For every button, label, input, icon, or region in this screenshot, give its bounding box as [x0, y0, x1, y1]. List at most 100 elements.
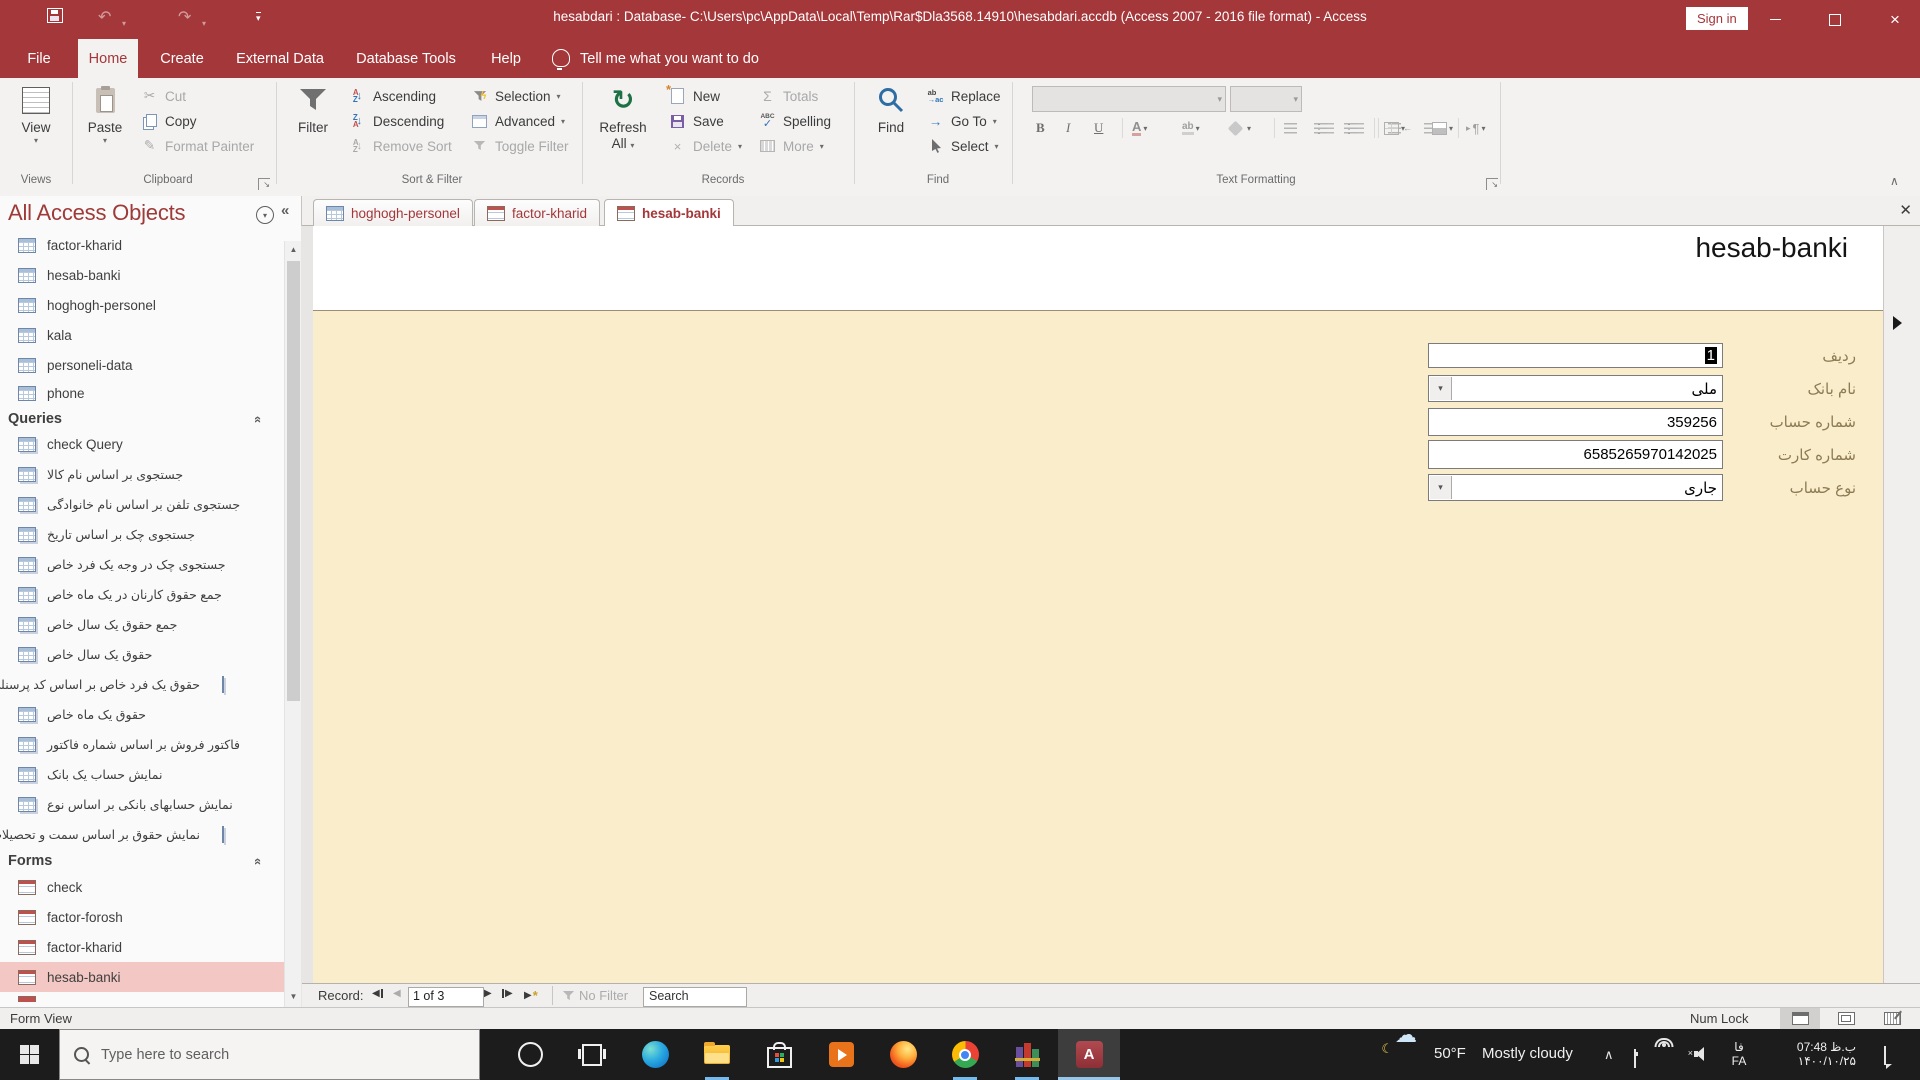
start-button[interactable] [0, 1029, 59, 1080]
close-document-icon[interactable]: ✕ [1899, 201, 1912, 219]
sidebar-item-query[interactable]: حقوق یک سال خاص [0, 639, 284, 669]
field-radif[interactable]: 1 [1428, 343, 1723, 368]
sidebar-item-query[interactable]: check Query [0, 429, 284, 459]
more-button[interactable]: More ▾ [758, 134, 824, 158]
form-view-button[interactable] [1780, 1008, 1820, 1029]
weather-temp[interactable]: 50°F [1434, 1045, 1466, 1062]
close-button[interactable]: × [1872, 0, 1918, 39]
new-record-button[interactable]: New [666, 82, 720, 108]
tab-file[interactable]: File [12, 39, 66, 78]
sidebar-item-form[interactable]: check [0, 872, 284, 902]
descending-button[interactable]: Z A ↓ Descending [348, 109, 444, 133]
sidebar-item-query[interactable]: حقوق یک فرد خاص بر اساس کد پرسنلی [0, 669, 284, 699]
italic-button[interactable]: I [1066, 116, 1070, 140]
gridlines-button[interactable]: ▾ [1384, 116, 1405, 140]
store-button[interactable] [748, 1029, 810, 1080]
sidebar-item-query[interactable]: نمایش حقوق بر اساس سمت و تحصیلات [0, 819, 284, 849]
tell-me-box[interactable]: Tell me what you want to do [580, 39, 780, 78]
minimize-button[interactable] [1752, 0, 1798, 39]
language-indicator[interactable]: فا FA [1724, 1040, 1754, 1068]
font-color-button[interactable]: A ▾ [1132, 116, 1147, 140]
cut-button[interactable]: ✂ Cut [140, 84, 186, 108]
no-filter-button[interactable]: No Filter [562, 988, 628, 1003]
next-record-icon[interactable]: ▶ [484, 988, 492, 999]
battery-icon[interactable] [1634, 1049, 1636, 1068]
nav-pane-menu-icon[interactable]: ▾ [256, 206, 274, 224]
task-view-button[interactable] [561, 1029, 623, 1080]
align-center-button[interactable] [1314, 116, 1327, 140]
delete-record-button[interactable]: × Delete ▾ [668, 134, 742, 158]
toggle-filter-button[interactable]: Toggle Filter [470, 134, 569, 158]
sidebar-item-form[interactable]: factor-forosh [0, 902, 284, 932]
sidebar-item-query[interactable]: فاکتور فروش بر اساس شماره فاکتور [0, 729, 284, 759]
sidebar-item-query[interactable]: نمایش حساب یک بانک [0, 759, 284, 789]
sidebar-item-form-selected[interactable]: hesab-banki [0, 962, 284, 992]
format-painter-button[interactable]: ✎ Format Painter [140, 134, 254, 158]
collapse-section-icon[interactable]: « [251, 415, 266, 422]
doc-tab-hesab-banki[interactable]: hesab-banki [604, 199, 734, 227]
sidebar-item-table[interactable]: personeli-data [0, 350, 284, 380]
background-color-button[interactable]: ▾ [1227, 116, 1251, 140]
restore-button[interactable] [1812, 0, 1858, 39]
sidebar-section-forms[interactable]: Forms « [8, 848, 284, 874]
file-explorer-button[interactable] [686, 1029, 748, 1080]
new-record-icon[interactable]: ▶ * [524, 988, 538, 1003]
field-account-number[interactable]: 359256 [1428, 408, 1723, 436]
spelling-button[interactable]: ABC ✓ Spelling [758, 109, 831, 133]
combo-dropdown-icon[interactable]: ▾ [1430, 476, 1452, 499]
collapse-section-icon[interactable]: « [251, 857, 266, 864]
record-position-box[interactable]: 1 of 3 [408, 987, 484, 1007]
font-family-combo[interactable]: ▾ [1032, 86, 1226, 112]
record-search-input[interactable]: Search [643, 987, 747, 1007]
tab-database-tools[interactable]: Database Tools [344, 39, 468, 78]
bold-button[interactable]: B [1036, 116, 1045, 140]
sidebar-item-query[interactable]: جستجوی تلفن بر اساس نام خانوادگی [0, 489, 284, 519]
first-record-icon[interactable]: ◀ [372, 988, 383, 999]
previous-record-icon[interactable]: ◀ [393, 988, 401, 999]
design-view-button[interactable] [1872, 1008, 1912, 1029]
tab-help[interactable]: Help [478, 39, 534, 78]
doc-tab-hoghogh-personel[interactable]: hoghogh-personel [313, 199, 473, 226]
select-button[interactable]: Select ▾ [926, 134, 999, 158]
view-button[interactable]: View ▾ [8, 82, 64, 145]
sidebar-item-form[interactable]: factor-kharid [0, 932, 284, 962]
doc-tab-factor-kharid[interactable]: factor-kharid [474, 199, 601, 226]
sidebar-item-query[interactable]: جستجوی چک بر اساس تاریخ [0, 519, 284, 549]
scroll-right-icon[interactable] [1893, 316, 1902, 330]
clipboard-dialog-launcher-icon[interactable]: ↘ [258, 178, 270, 190]
copy-button[interactable]: Copy [140, 109, 197, 133]
advanced-button[interactable]: Advanced ▾ [470, 109, 565, 133]
remove-sort-button[interactable]: A Z ↓ Remove Sort [348, 134, 452, 158]
sidebar-item-query[interactable]: حقوق یک ماه خاص [0, 699, 284, 729]
sidebar-item-table[interactable]: hesab-banki [0, 260, 284, 290]
chrome-button[interactable] [934, 1029, 996, 1080]
replace-button[interactable]: ab →ac Replace [926, 84, 1001, 108]
alternate-row-color-button[interactable]: ▾ [1432, 116, 1453, 140]
align-left-button[interactable] [1284, 116, 1297, 140]
tab-create[interactable]: Create [148, 39, 216, 78]
tab-external-data[interactable]: External Data [226, 39, 334, 78]
text-direction-button[interactable]: ▸ ¶ ▾ [1466, 116, 1486, 140]
weather-desc[interactable]: Mostly cloudy [1482, 1045, 1573, 1062]
tab-home[interactable]: Home [78, 39, 138, 78]
filter-button[interactable]: Filter [286, 82, 340, 136]
font-size-combo[interactable]: ▾ [1230, 86, 1302, 112]
underline-button[interactable]: U [1094, 116, 1103, 140]
sidebar-item-query[interactable]: جمع حقوق یک سال خاص [0, 609, 284, 639]
field-account-type-combo[interactable]: ▾ جاری [1428, 474, 1723, 501]
tray-chevron-icon[interactable]: ∧ [1604, 1047, 1614, 1063]
sidebar-item-query[interactable]: جمع حقوق کارنان در یک ماه خاص [0, 579, 284, 609]
align-right-button[interactable] [1344, 116, 1357, 140]
sidebar-item-table[interactable]: phone [0, 378, 284, 408]
sidebar-item-table[interactable]: hoghogh-personel [0, 290, 284, 320]
collapse-ribbon-icon[interactable]: ∧ [1890, 174, 1899, 188]
firefox-button[interactable] [872, 1029, 934, 1080]
notification-center-icon[interactable] [1884, 1046, 1886, 1065]
ascending-button[interactable]: A Z ↓ Ascending [348, 84, 436, 108]
save-record-button[interactable]: Save [668, 109, 724, 133]
sidebar-item-query[interactable]: جستجوی بر اساس نام کالا [0, 459, 284, 489]
paste-button[interactable]: Paste ▾ [78, 82, 132, 145]
selection-button[interactable]: ϟ Selection ▾ [470, 84, 561, 108]
winrar-button[interactable] [996, 1029, 1058, 1080]
sidebar-item-query[interactable]: نمایش حسابهای بانکی بر اساس نوع [0, 789, 284, 819]
